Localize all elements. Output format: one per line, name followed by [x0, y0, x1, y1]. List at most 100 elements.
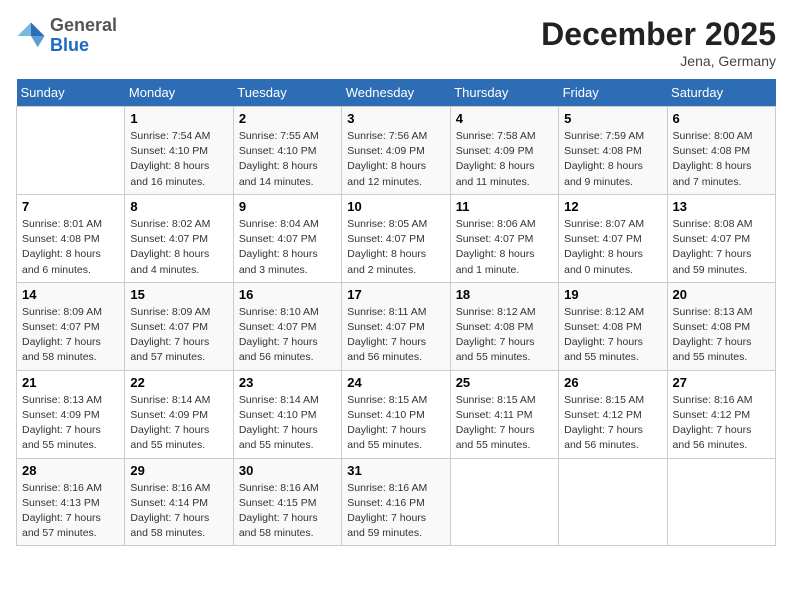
calendar-cell: 9 Sunrise: 8:04 AM Sunset: 4:07 PM Daylig…: [233, 194, 341, 282]
calendar-cell: 6 Sunrise: 8:00 AM Sunset: 4:08 PM Daylig…: [667, 107, 775, 195]
day-number: 25: [456, 375, 553, 390]
calendar-week-3: 14 Sunrise: 8:09 AM Sunset: 4:07 PM Dayli…: [17, 282, 776, 370]
day-info: Sunrise: 8:14 AM Sunset: 4:09 PM Dayligh…: [130, 393, 227, 454]
day-info: Sunrise: 7:59 AM Sunset: 4:08 PM Dayligh…: [564, 129, 661, 190]
calendar-cell: 28 Sunrise: 8:16 AM Sunset: 4:13 PM Dayli…: [17, 458, 125, 546]
day-number: 7: [22, 199, 119, 214]
day-number: 12: [564, 199, 661, 214]
day-info: Sunrise: 7:55 AM Sunset: 4:10 PM Dayligh…: [239, 129, 336, 190]
calendar-week-4: 21 Sunrise: 8:13 AM Sunset: 4:09 PM Dayli…: [17, 370, 776, 458]
day-number: 28: [22, 463, 119, 478]
day-info: Sunrise: 8:06 AM Sunset: 4:07 PM Dayligh…: [456, 217, 553, 278]
day-info: Sunrise: 8:10 AM Sunset: 4:07 PM Dayligh…: [239, 305, 336, 366]
day-number: 10: [347, 199, 444, 214]
weekday-header-monday: Monday: [125, 79, 233, 107]
day-number: 13: [673, 199, 770, 214]
calendar-cell: [17, 107, 125, 195]
calendar-cell: 31 Sunrise: 8:16 AM Sunset: 4:16 PM Dayli…: [342, 458, 450, 546]
day-number: 3: [347, 111, 444, 126]
day-number: 20: [673, 287, 770, 302]
calendar-cell: 19 Sunrise: 8:12 AM Sunset: 4:08 PM Dayli…: [559, 282, 667, 370]
weekday-header-wednesday: Wednesday: [342, 79, 450, 107]
calendar-cell: 30Sunrise: 8:16 AM Sunset: 4:15 PM Dayli…: [233, 458, 341, 546]
calendar-cell: [450, 458, 558, 546]
day-number: 11: [456, 199, 553, 214]
calendar-cell: 2 Sunrise: 7:55 AM Sunset: 4:10 PM Daylig…: [233, 107, 341, 195]
day-number: 6: [673, 111, 770, 126]
calendar-cell: 14Sunrise: 8:09 AM Sunset: 4:07 PM Dayli…: [17, 282, 125, 370]
day-info: Sunrise: 8:14 AM Sunset: 4:10 PM Dayligh…: [239, 393, 336, 454]
day-info: Sunrise: 8:13 AM Sunset: 4:09 PM Dayligh…: [22, 393, 119, 454]
day-info: Sunrise: 8:04 AM Sunset: 4:07 PM Dayligh…: [239, 217, 336, 278]
calendar-cell: 16 Sunrise: 8:10 AM Sunset: 4:07 PM Dayli…: [233, 282, 341, 370]
calendar-cell: 25 Sunrise: 8:15 AM Sunset: 4:11 PM Dayli…: [450, 370, 558, 458]
day-info: Sunrise: 7:58 AM Sunset: 4:09 PM Dayligh…: [456, 129, 553, 190]
calendar-cell: 8 Sunrise: 8:02 AM Sunset: 4:07 PM Daylig…: [125, 194, 233, 282]
day-number: 1: [130, 111, 227, 126]
calendar-cell: 1 Sunrise: 7:54 AM Sunset: 4:10 PM Daylig…: [125, 107, 233, 195]
day-number: 8: [130, 199, 227, 214]
calendar-cell: 4 Sunrise: 7:58 AM Sunset: 4:09 PM Daylig…: [450, 107, 558, 195]
day-number: 17: [347, 287, 444, 302]
day-info: Sunrise: 8:16 AM Sunset: 4:12 PM Dayligh…: [673, 393, 770, 454]
calendar-cell: [559, 458, 667, 546]
day-info: Sunrise: 8:11 AM Sunset: 4:07 PM Dayligh…: [347, 305, 444, 366]
page-header: General Blue December 2025 Jena, Germany: [16, 16, 776, 69]
weekday-header-saturday: Saturday: [667, 79, 775, 107]
calendar-week-5: 28 Sunrise: 8:16 AM Sunset: 4:13 PM Dayli…: [17, 458, 776, 546]
day-number: 15: [130, 287, 227, 302]
logo-icon: [16, 21, 46, 51]
title-block: December 2025 Jena, Germany: [541, 16, 776, 69]
day-info: Sunrise: 8:01 AM Sunset: 4:08 PM Dayligh…: [22, 217, 119, 278]
day-info: Sunrise: 8:15 AM Sunset: 4:11 PM Dayligh…: [456, 393, 553, 454]
day-number: 5: [564, 111, 661, 126]
day-number: 24: [347, 375, 444, 390]
day-info: Sunrise: 8:12 AM Sunset: 4:08 PM Dayligh…: [456, 305, 553, 366]
day-info: Sunrise: 8:15 AM Sunset: 4:10 PM Dayligh…: [347, 393, 444, 454]
calendar-cell: 18 Sunrise: 8:12 AM Sunset: 4:08 PM Dayli…: [450, 282, 558, 370]
day-info: Sunrise: 8:09 AM Sunset: 4:07 PM Dayligh…: [130, 305, 227, 366]
weekday-header-tuesday: Tuesday: [233, 79, 341, 107]
day-number: 16: [239, 287, 336, 302]
calendar-cell: 22 Sunrise: 8:14 AM Sunset: 4:09 PM Dayli…: [125, 370, 233, 458]
day-number: 29: [130, 463, 227, 478]
day-info: Sunrise: 8:16 AM Sunset: 4:13 PM Dayligh…: [22, 481, 119, 542]
calendar-cell: 7 Sunrise: 8:01 AM Sunset: 4:08 PM Daylig…: [17, 194, 125, 282]
day-number: 9: [239, 199, 336, 214]
calendar-week-2: 7 Sunrise: 8:01 AM Sunset: 4:08 PM Daylig…: [17, 194, 776, 282]
day-info: Sunrise: 8:13 AM Sunset: 4:08 PM Dayligh…: [673, 305, 770, 366]
day-info: Sunrise: 8:16 AM Sunset: 4:14 PM Dayligh…: [130, 481, 227, 542]
day-number: 14: [22, 287, 119, 302]
month-title: December 2025: [541, 16, 776, 53]
day-info: Sunrise: 7:54 AM Sunset: 4:10 PM Dayligh…: [130, 129, 227, 190]
calendar-cell: 21 Sunrise: 8:13 AM Sunset: 4:09 PM Dayli…: [17, 370, 125, 458]
day-number: 27: [673, 375, 770, 390]
day-number: 22: [130, 375, 227, 390]
day-number: 19: [564, 287, 661, 302]
day-number: 18: [456, 287, 553, 302]
day-info: Sunrise: 8:15 AM Sunset: 4:12 PM Dayligh…: [564, 393, 661, 454]
day-info: Sunrise: 8:12 AM Sunset: 4:08 PM Dayligh…: [564, 305, 661, 366]
calendar-cell: 10Sunrise: 8:05 AM Sunset: 4:07 PM Dayli…: [342, 194, 450, 282]
weekday-header-thursday: Thursday: [450, 79, 558, 107]
day-number: 21: [22, 375, 119, 390]
day-number: 30: [239, 463, 336, 478]
calendar-cell: 27 Sunrise: 8:16 AM Sunset: 4:12 PM Dayli…: [667, 370, 775, 458]
day-info: Sunrise: 8:16 AM Sunset: 4:16 PM Dayligh…: [347, 481, 444, 542]
day-number: 4: [456, 111, 553, 126]
logo-blue-text: Blue: [50, 36, 117, 56]
calendar-week-1: 1 Sunrise: 7:54 AM Sunset: 4:10 PM Daylig…: [17, 107, 776, 195]
day-number: 26: [564, 375, 661, 390]
calendar-cell: 12 Sunrise: 8:07 AM Sunset: 4:07 PM Dayli…: [559, 194, 667, 282]
day-number: 2: [239, 111, 336, 126]
calendar-cell: 17 Sunrise: 8:11 AM Sunset: 4:07 PM Dayli…: [342, 282, 450, 370]
day-info: Sunrise: 8:02 AM Sunset: 4:07 PM Dayligh…: [130, 217, 227, 278]
weekday-header-row: SundayMondayTuesdayWednesdayThursdayFrid…: [17, 79, 776, 107]
logo: General Blue: [16, 16, 117, 56]
day-info: Sunrise: 8:07 AM Sunset: 4:07 PM Dayligh…: [564, 217, 661, 278]
day-info: Sunrise: 8:00 AM Sunset: 4:08 PM Dayligh…: [673, 129, 770, 190]
day-info: Sunrise: 8:08 AM Sunset: 4:07 PM Dayligh…: [673, 217, 770, 278]
day-number: 31: [347, 463, 444, 478]
calendar-cell: 11 Sunrise: 8:06 AM Sunset: 4:07 PM Dayli…: [450, 194, 558, 282]
logo-general-text: General: [50, 16, 117, 36]
